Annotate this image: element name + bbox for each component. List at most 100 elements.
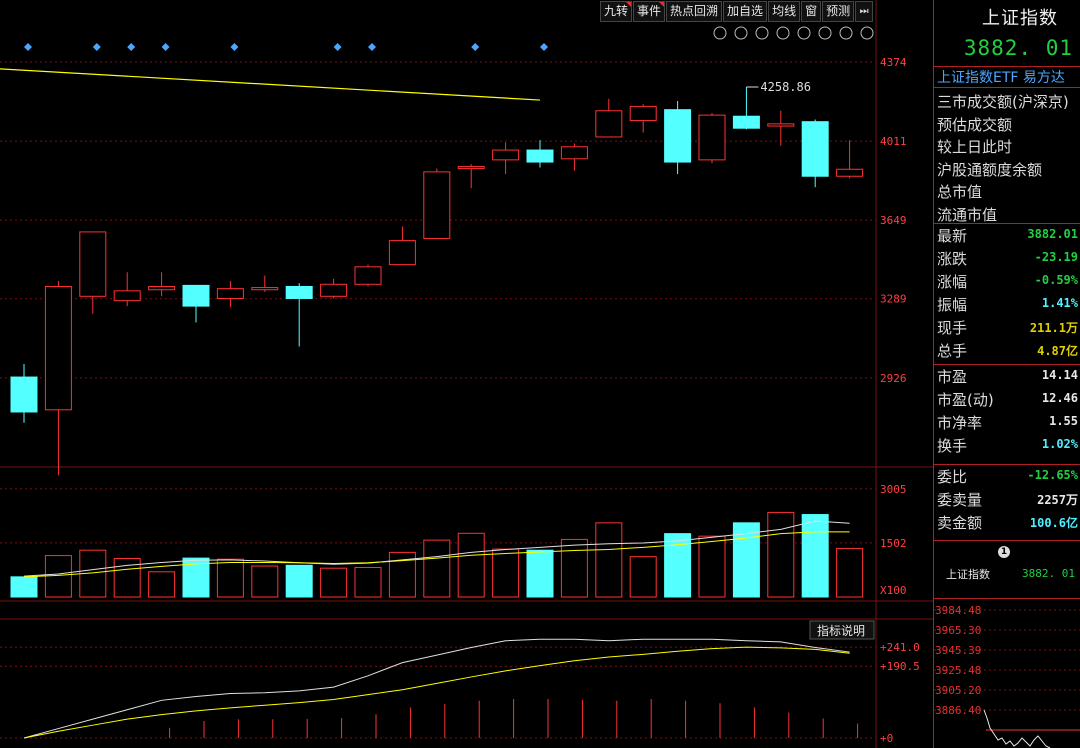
icon-outline: [797, 26, 811, 40]
price-tick-label: 3289: [880, 293, 907, 306]
candle-body: [526, 149, 554, 163]
volume-bar: [664, 533, 692, 598]
volume-bar: [492, 548, 520, 598]
stat-row: 市盈 14.14: [934, 366, 1080, 388]
candle-body: [113, 290, 141, 302]
icon-outline: [818, 26, 832, 40]
events-button[interactable]: 事件: [633, 1, 666, 22]
mini-tick-label: 3925.48: [935, 664, 981, 677]
volume-bar: [595, 522, 623, 598]
window-button[interactable]: 窗: [801, 1, 822, 22]
stats-divider: [934, 223, 1080, 224]
stat-value: 14.14: [1041, 368, 1078, 382]
stat-row: 市盈(动) 12.46: [934, 389, 1080, 411]
stat-label: 最新: [937, 227, 968, 245]
stat-label: 换手: [937, 437, 968, 455]
indicator-line-yellow: [23, 646, 850, 739]
volume-bar: [560, 538, 588, 598]
market-info-line: 三市成交额(沪深京): [937, 93, 1069, 111]
candle-body: [79, 231, 107, 297]
volume-bar: [526, 549, 554, 598]
eye-icon[interactable]: [755, 26, 769, 40]
stat-row: 振幅 1.41%: [934, 294, 1080, 316]
candle-body: [354, 266, 382, 285]
kline-chart[interactable]: 4374 4011 3649 3289 2926 4258.86 3005 1502 X100 指…: [0, 0, 933, 748]
add-watchlist-button[interactable]: 加自选: [723, 1, 768, 22]
icon-outline: [755, 26, 769, 40]
candle-body: [664, 109, 692, 163]
pencil-icon[interactable]: [734, 26, 748, 40]
candle-body: [44, 285, 72, 411]
candle-body: [560, 146, 588, 160]
stat-value: -0.59%: [1034, 273, 1078, 287]
event-marker-icon: [333, 43, 342, 51]
icon-outline: [860, 26, 874, 40]
market-info-line: 流通市值: [937, 205, 998, 224]
volume-bar: [836, 547, 864, 598]
stat-value: -23.19: [1034, 250, 1078, 264]
stat-value: 3882.01: [1027, 227, 1078, 241]
lock-icon[interactable]: [818, 26, 832, 40]
candle-body: [320, 283, 348, 297]
event-marker-icon: [161, 43, 170, 51]
indicator-help-button[interactable]: 指标说明: [809, 620, 875, 640]
hotspot-review-button[interactable]: 热点回溯: [666, 1, 723, 22]
event-marker-icon: [230, 43, 239, 51]
mini-stock-name[interactable]: 上证指数: [946, 566, 990, 582]
forecast-button[interactable]: 预测: [822, 1, 855, 22]
mini-badge[interactable]: 1: [998, 546, 1010, 558]
indicator-tick-label: +190.5: [880, 660, 920, 673]
volume-bar: [251, 565, 279, 598]
volume-tick-label: 3005: [880, 483, 907, 496]
volume-bar: [285, 564, 313, 598]
candle-body: [836, 168, 864, 177]
stat-value: 100.6亿: [1029, 516, 1078, 530]
candle-body: [698, 114, 726, 161]
event-marker-icon: [24, 43, 32, 51]
event-marker-icon: [540, 43, 548, 51]
zoom-out-icon[interactable]: [860, 26, 874, 40]
stat-value: 1.55: [1049, 414, 1078, 428]
volume-bar: [44, 555, 72, 598]
market-info-line: 沪股通额度余额: [937, 160, 1043, 179]
candle-body: [423, 171, 451, 239]
stat-row: 涨幅 -0.59%: [934, 271, 1080, 293]
kline-chart-area[interactable]: 4374 4011 3649 3289 2926 4258.86 3005 1502 X100 指…: [0, 0, 933, 748]
stats-divider: [934, 464, 1080, 465]
stat-label: 委比: [937, 468, 968, 486]
stats-divider: [934, 540, 1080, 541]
mini-intraday-chart[interactable]: 3984.48 3965.30 3945.39 3925.48 3905.20 3886.…: [934, 600, 1080, 748]
zoom-in-icon[interactable]: [839, 26, 853, 40]
moving-average-button[interactable]: 均线: [768, 1, 801, 22]
candle-body: [182, 284, 210, 307]
volume-bar: [767, 511, 795, 598]
mini-stock-price: 3882. 01: [1022, 567, 1075, 580]
mini-price-line: [983, 709, 1051, 748]
stat-row: 委比 -12.65%: [934, 466, 1080, 488]
candle-body: [801, 121, 829, 177]
gear-icon[interactable]: [713, 26, 727, 40]
stat-row: 市净率 1.55: [934, 412, 1080, 434]
volume-bar: [423, 539, 451, 598]
stat-label: 市净率: [937, 414, 983, 432]
indicator-tick-label: +241.0: [880, 641, 920, 654]
stat-row: 涨跌 -23.19: [934, 248, 1080, 270]
market-info-line: 较上日此时: [937, 138, 1013, 156]
nine-turn-button[interactable]: 九转: [600, 1, 633, 22]
stat-row: 委卖量 2257万: [934, 489, 1080, 511]
stat-label: 委卖量: [937, 491, 983, 509]
hand-icon[interactable]: [776, 26, 790, 40]
volume-bar: [354, 566, 382, 598]
etf-link[interactable]: 上证指数ETF 易方达: [934, 66, 1080, 88]
stat-label: 市盈: [937, 368, 968, 386]
volume-bar: [801, 514, 829, 598]
candle-body: [388, 240, 416, 266]
skip-forward-icon[interactable]: ⏭: [855, 1, 874, 22]
event-marker-icon: [368, 43, 376, 51]
layers-icon[interactable]: [797, 26, 811, 40]
stat-label: 总手: [937, 342, 968, 360]
candle-body: [732, 115, 760, 129]
icon-outline: [776, 26, 790, 40]
volume-bar: [629, 556, 657, 598]
stat-value: 211.1万: [1029, 321, 1078, 335]
